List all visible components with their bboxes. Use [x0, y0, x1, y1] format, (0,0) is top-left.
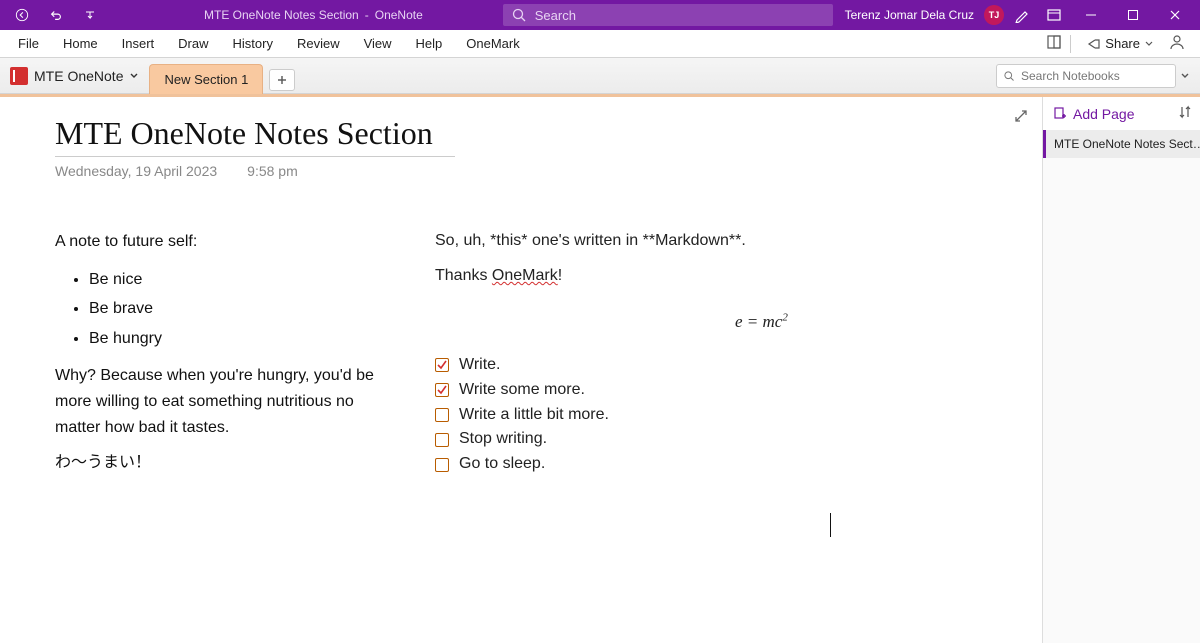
equation: e = mc2	[735, 309, 831, 335]
intro-text: A note to future self:	[55, 229, 395, 255]
ribbon-tab-onemark[interactable]: OneMark	[454, 30, 531, 58]
todo-list: Write.Write some more.Write a little bit…	[435, 353, 831, 477]
page-meta: Wednesday, 19 April 2023 9:58 pm	[55, 163, 1042, 179]
search-scope-dropdown[interactable]	[1176, 71, 1194, 81]
profile-button[interactable]	[1168, 33, 1186, 54]
chevron-down-icon	[1144, 39, 1154, 49]
back-button[interactable]	[8, 1, 36, 29]
add-page-button[interactable]: Add Page	[1053, 106, 1135, 122]
note-column-1[interactable]: A note to future self: Be niceBe braveBe…	[55, 229, 395, 537]
search-icon	[511, 7, 527, 23]
user-name[interactable]: Terenz Jomar Dela Cruz	[845, 8, 974, 22]
ribbon-tab-draw[interactable]: Draw	[166, 30, 220, 58]
todo-text: Write a little bit more.	[459, 403, 609, 428]
search-notebooks-input[interactable]: Search Notebooks	[996, 64, 1176, 88]
note-column-2[interactable]: So, uh, *this* one's written in **Markdo…	[435, 229, 831, 537]
minimize-button[interactable]	[1072, 0, 1110, 30]
why-text: Why? Because when you're hungry, you'd b…	[55, 363, 395, 440]
ribbon-right: Share	[1046, 33, 1194, 54]
ribbon-tab-home[interactable]: Home	[51, 30, 110, 58]
notebook-icon	[10, 67, 28, 85]
ribbon-tab-view[interactable]: View	[352, 30, 404, 58]
doc-title: MTE OneNote Notes Section	[204, 8, 359, 22]
maximize-button[interactable]	[1114, 0, 1152, 30]
share-icon	[1085, 36, 1101, 52]
note-body: A note to future self: Be niceBe braveBe…	[55, 229, 1042, 537]
bullet-item: Be brave	[89, 294, 395, 324]
ribbon-tab-history[interactable]: History	[221, 30, 285, 58]
sort-pages-button[interactable]	[1178, 105, 1192, 122]
ribbon-tab-review[interactable]: Review	[285, 30, 352, 58]
qat-customize-button[interactable]	[76, 1, 104, 29]
ribbon-tab-file[interactable]: File	[6, 30, 51, 58]
thanks-line: Thanks OneMark!	[435, 264, 831, 289]
title-rule	[55, 156, 455, 157]
page-time[interactable]: 9:58 pm	[247, 163, 298, 179]
todo-item[interactable]: Write some more.	[435, 378, 831, 403]
todo-checkbox[interactable]	[435, 408, 449, 422]
add-page-icon	[1053, 107, 1067, 121]
todo-text: Stop writing.	[459, 427, 547, 452]
share-button[interactable]: Share	[1079, 34, 1160, 54]
todo-checkbox[interactable]	[435, 383, 449, 397]
jp-text: わ～うまい！	[55, 450, 395, 476]
page-list-item[interactable]: MTE OneNote Notes Sect…	[1043, 130, 1200, 158]
ribbon-tab-help[interactable]: Help	[404, 30, 455, 58]
bullet-item: Be nice	[89, 265, 395, 295]
page-canvas[interactable]: MTE OneNote Notes Section Wednesday, 19 …	[0, 97, 1042, 643]
ribbon-tab-insert[interactable]: Insert	[110, 30, 167, 58]
search-box[interactable]: Search	[503, 4, 833, 26]
notebook-selector[interactable]: MTE OneNote	[0, 58, 149, 94]
draw-mode-button[interactable]	[1008, 1, 1036, 29]
page-title[interactable]: MTE OneNote Notes Section	[55, 115, 1042, 156]
app-name: OneNote	[375, 8, 423, 22]
expand-page-button[interactable]	[1014, 109, 1028, 126]
notebook-bar: MTE OneNote New Section 1 Search Noteboo…	[0, 58, 1200, 94]
todo-item[interactable]: Write a little bit more.	[435, 403, 831, 428]
title-bar-left	[0, 1, 104, 29]
page-panel-header: Add Page	[1043, 97, 1200, 130]
page-date[interactable]: Wednesday, 19 April 2023	[55, 163, 217, 179]
add-section-button[interactable]	[269, 69, 295, 91]
todo-item[interactable]: Go to sleep.	[435, 452, 831, 477]
search-icon	[1003, 70, 1015, 82]
todo-checkbox[interactable]	[435, 358, 449, 372]
close-button[interactable]	[1156, 0, 1194, 30]
text-cursor	[830, 513, 831, 537]
todo-item[interactable]: Stop writing.	[435, 427, 831, 452]
todo-checkbox[interactable]	[435, 433, 449, 447]
fullpage-view-button[interactable]	[1046, 34, 1062, 53]
page-panel: Add Page MTE OneNote Notes Sect…	[1042, 97, 1200, 643]
todo-text: Write some more.	[459, 378, 585, 403]
title-bar-right: Terenz Jomar Dela Cruz TJ	[845, 0, 1200, 30]
window-title: MTE OneNote Notes Section - OneNote	[204, 8, 423, 22]
bullet-list: Be niceBe braveBe hungry	[55, 265, 395, 354]
undo-button[interactable]	[42, 1, 70, 29]
search-placeholder: Search	[535, 8, 576, 23]
todo-text: Write.	[459, 353, 500, 378]
avatar[interactable]: TJ	[984, 5, 1004, 25]
todo-text: Go to sleep.	[459, 452, 545, 477]
todo-checkbox[interactable]	[435, 458, 449, 472]
ribbon-mode-button[interactable]	[1040, 1, 1068, 29]
chevron-down-icon	[129, 71, 139, 81]
section-tab[interactable]: New Section 1	[149, 64, 263, 94]
main-row: MTE OneNote Notes Section Wednesday, 19 …	[0, 94, 1200, 643]
title-bar: MTE OneNote Notes Section - OneNote Sear…	[0, 0, 1200, 30]
ribbon: FileHomeInsertDrawHistoryReviewViewHelpO…	[0, 30, 1200, 58]
markdown-line: So, uh, *this* one's written in **Markdo…	[435, 229, 831, 254]
page-list: MTE OneNote Notes Sect…	[1043, 130, 1200, 158]
bullet-item: Be hungry	[89, 324, 395, 354]
todo-item[interactable]: Write.	[435, 353, 831, 378]
